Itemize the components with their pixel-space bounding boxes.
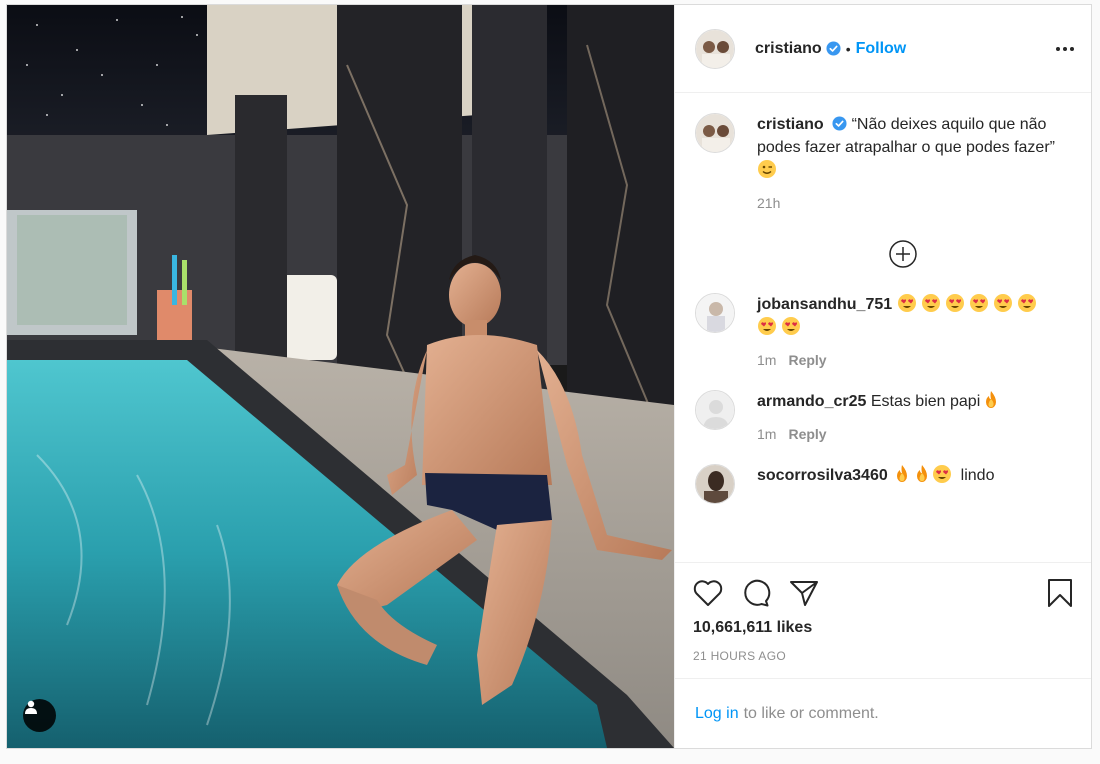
fire-emoji-icon <box>897 465 908 482</box>
comment-meta: 1m Reply <box>757 423 1057 446</box>
post-sidebar: cristiano • Follow cristiano “Não deixes… <box>674 5 1091 748</box>
comments-section[interactable]: cristiano “Não deixes aquilo que não pod… <box>675 93 1091 562</box>
load-more-comments[interactable] <box>735 239 1071 269</box>
heart-eyes-emoji-icon <box>758 317 776 335</box>
comment-item: armando_cr25 Estas bien papi 1m Reply <box>695 390 1071 446</box>
heart-eyes-emoji-icon <box>1017 294 1036 312</box>
header-username[interactable]: cristiano <box>755 40 822 58</box>
comment-username[interactable]: socorrosilva3460 <box>757 467 888 484</box>
likes-count[interactable]: 10,661,611 likes <box>693 619 1073 637</box>
heart-eyes-emoji-icon <box>897 294 916 312</box>
action-icons <box>693 571 1073 615</box>
user-tag-icon <box>25 700 37 714</box>
caption: cristiano “Não deixes aquilo que não pod… <box>695 113 1071 215</box>
post-photo[interactable] <box>7 5 674 748</box>
comment-emojis <box>892 465 960 484</box>
comment-item: jobansandhu_751 1m Reply <box>695 293 1071 372</box>
heart-eyes-emoji-icon <box>993 294 1012 312</box>
follow-button[interactable]: Follow <box>856 40 907 58</box>
heart-eyes-emoji-icon <box>933 465 952 483</box>
login-prompt: Log in to like or comment. <box>675 678 1091 748</box>
header-separator: • <box>845 40 851 57</box>
instagram-post: cristiano • Follow cristiano “Não deixes… <box>6 4 1092 749</box>
comment-time: 1m <box>757 352 777 368</box>
bookmark-icon[interactable] <box>1047 578 1073 608</box>
avatar[interactable] <box>695 293 735 333</box>
reply-button[interactable]: Reply <box>788 352 826 368</box>
caption-time: 21h <box>757 195 781 211</box>
heart-eyes-emoji-icon <box>969 294 988 312</box>
comment-meta: 1m Reply <box>757 349 1057 372</box>
heart-eyes-emoji-icon <box>921 294 940 312</box>
avatar[interactable] <box>695 464 735 504</box>
post-actions: 10,661,611 likes 21 HOURS AGO <box>675 562 1091 678</box>
fire-emoji-icon <box>917 465 928 482</box>
add-comment-icon[interactable] <box>888 239 918 269</box>
verified-badge-icon <box>826 41 841 56</box>
fire-emoji-icon <box>986 391 997 408</box>
verified-badge-icon <box>832 116 847 131</box>
comment-username[interactable]: armando_cr25 <box>757 393 866 410</box>
heart-eyes-emoji-icon <box>782 317 800 335</box>
more-options-icon[interactable] <box>1055 46 1075 52</box>
user-tag-button[interactable] <box>23 699 56 732</box>
avatar[interactable] <box>695 390 735 430</box>
login-link[interactable]: Log in <box>695 705 739 723</box>
wink-emoji-icon <box>758 160 776 178</box>
reply-button[interactable]: Reply <box>788 426 826 442</box>
avatar[interactable] <box>695 113 735 153</box>
caption-username[interactable]: cristiano <box>757 116 824 133</box>
comment-username[interactable]: jobansandhu_751 <box>757 296 892 313</box>
comment-text: Estas bien papi <box>870 393 981 410</box>
avatar[interactable] <box>695 28 735 69</box>
comment-icon[interactable] <box>741 578 771 608</box>
heart-icon[interactable] <box>693 579 723 607</box>
heart-eyes-emoji-icon <box>945 294 964 312</box>
comment-text: lindo <box>960 467 995 484</box>
post-time: 21 HOURS AGO <box>693 649 786 663</box>
comment-time: 1m <box>757 426 777 442</box>
post-header: cristiano • Follow <box>675 5 1091 93</box>
photo-scene <box>7 5 674 748</box>
comment-item: socorrosilva3460 lindo <box>695 464 1071 504</box>
login-suffix: to like or comment. <box>743 704 879 722</box>
share-icon[interactable] <box>789 579 819 607</box>
